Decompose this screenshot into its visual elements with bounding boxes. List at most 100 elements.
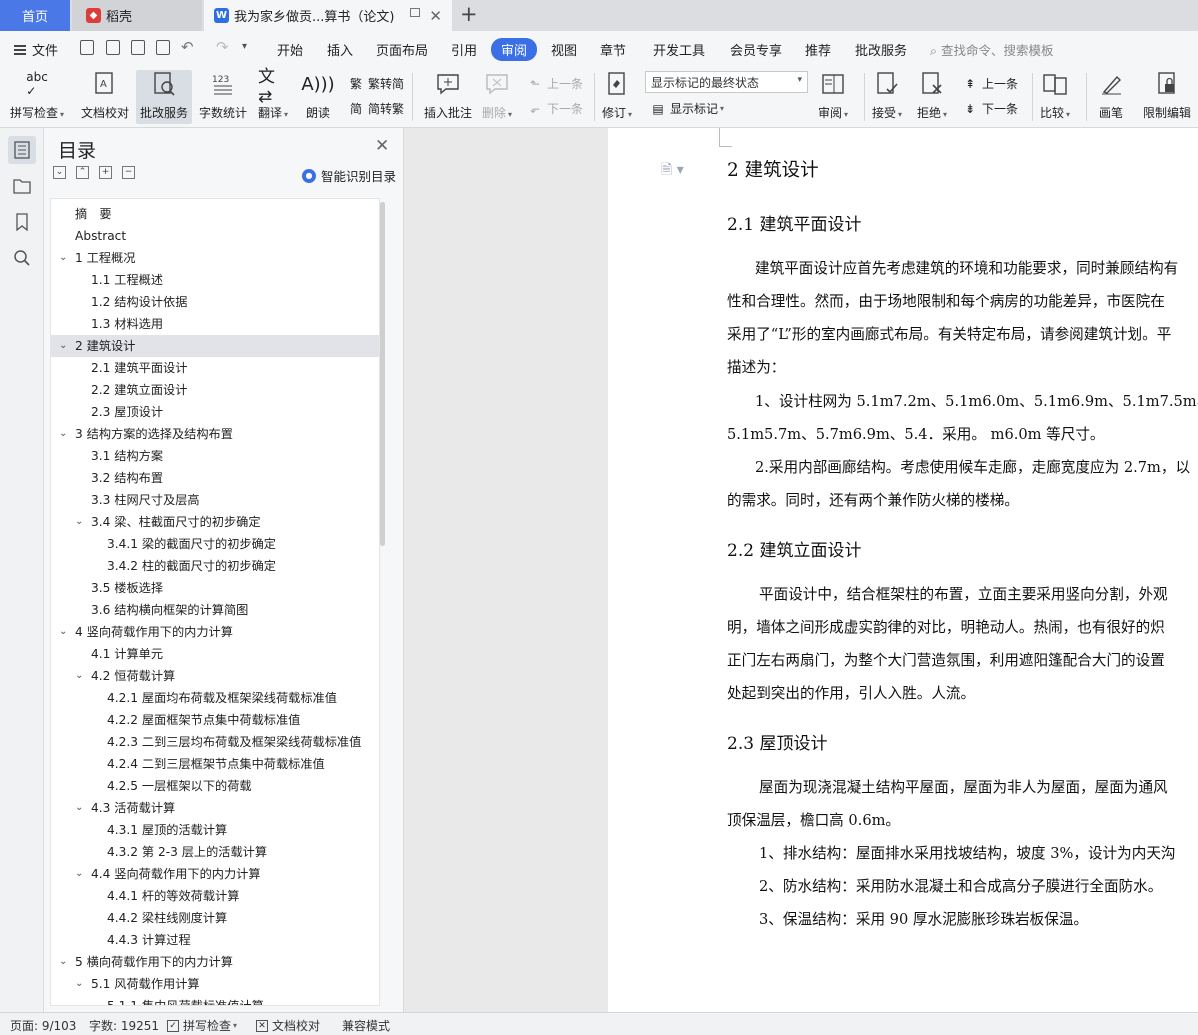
- chevron-down-icon[interactable]: ⌄: [59, 621, 67, 643]
- menu-page-layout[interactable]: 页面布局: [376, 40, 428, 59]
- new-tab-icon[interactable]: +: [460, 2, 478, 26]
- toc-item[interactable]: 3.5 楼板选择: [51, 577, 379, 599]
- redo-icon[interactable]: ↷: [216, 38, 229, 56]
- toc-item[interactable]: 4.2.5 一层框架以下的荷载: [51, 775, 379, 797]
- menu-member[interactable]: 会员专享: [730, 40, 782, 59]
- spell-check-status[interactable]: ✓ 拼写检查 ▾: [167, 1017, 237, 1034]
- toc-item[interactable]: 2.1 建筑平面设计: [51, 357, 379, 379]
- toc-pane-button[interactable]: [8, 136, 36, 164]
- translate-button[interactable]: 文⇄ 翻译 ▾: [258, 67, 288, 121]
- restrict-edit-button[interactable]: 限制编辑: [1143, 70, 1191, 121]
- track-changes-button[interactable]: 修订 ▾: [602, 70, 632, 121]
- tab-home[interactable]: 首页: [0, 0, 70, 31]
- toc-item[interactable]: 4.2.1 屋面均布荷载及框架梁线荷载标准值: [51, 687, 379, 709]
- toc-item[interactable]: Abstract: [51, 225, 379, 247]
- toc-item[interactable]: 1.3 材料选用: [51, 313, 379, 335]
- tab-document[interactable]: W 我为家乡做贡...算书（论文) ✕: [204, 0, 452, 31]
- chevron-down-icon[interactable]: ⌄: [75, 797, 83, 819]
- toc-item[interactable]: 4.2.2 屋面框架节点集中荷载标准值: [51, 709, 379, 731]
- menu-correction[interactable]: 批改服务: [855, 40, 907, 59]
- spell-check-button[interactable]: abc ✓ 拼写检查 ▾: [10, 70, 64, 121]
- menu-view[interactable]: 视图: [551, 40, 577, 59]
- add-heading-icon[interactable]: +: [99, 166, 112, 179]
- toc-item[interactable]: ⌄ 3 结构方案的选择及结构布置: [51, 423, 379, 445]
- toc-item[interactable]: 4.2.4 二到三层框架节点集中荷载标准值: [51, 753, 379, 775]
- chevron-down-icon[interactable]: ⌄: [75, 863, 83, 885]
- bookmark-button[interactable]: [8, 208, 36, 236]
- prev-comment-button[interactable]: ⬑ 上一条: [527, 75, 583, 92]
- quick-access-more-icon[interactable]: ▾: [242, 41, 247, 52]
- pen-button[interactable]: 画笔: [1096, 70, 1126, 121]
- chevron-down-icon[interactable]: ⌄: [59, 423, 67, 445]
- remove-heading-icon[interactable]: −: [122, 166, 135, 179]
- chevron-down-icon[interactable]: ⌄: [59, 335, 67, 357]
- doc-proof-status[interactable]: ✕ 文档校对: [256, 1017, 320, 1034]
- toc-item[interactable]: 3.4.2 柱的截面尺寸的初步确定: [51, 555, 379, 577]
- toc-item[interactable]: 4.3.2 第 2-3 层上的活载计算: [51, 841, 379, 863]
- toc-item[interactable]: 4.4.2 梁柱线刚度计算: [51, 907, 379, 929]
- delete-comment-button[interactable]: 删除 ▾: [482, 70, 512, 121]
- chevron-down-icon[interactable]: ⌄: [75, 665, 83, 687]
- smart-toc-button[interactable]: ● 智能识别目录: [302, 166, 396, 185]
- save-icon[interactable]: [80, 40, 94, 55]
- toc-item[interactable]: ⌄ 4.2 恒荷载计算: [51, 665, 379, 687]
- toc-item[interactable]: ⌄ 4 竖向荷载作用下的内力计算: [51, 621, 379, 643]
- show-markup-button[interactable]: ▤ 显示标记 ▾: [650, 100, 724, 117]
- command-search[interactable]: ⌕ 查找命令、搜索模板: [930, 40, 1054, 59]
- prev-change-button[interactable]: ⇞ 上一条: [962, 75, 1018, 92]
- toc-item[interactable]: 4.2.3 二到三层均布荷载及框架梁线荷载标准值: [51, 731, 379, 753]
- toc-item[interactable]: ⌄ 5 横向荷载作用下的内力计算: [51, 951, 379, 973]
- insert-comment-button[interactable]: 插入批注: [424, 70, 472, 121]
- menu-references[interactable]: 引用: [451, 40, 477, 59]
- trad-to-simp-button[interactable]: 繁 繁转简: [348, 75, 404, 92]
- read-aloud-button[interactable]: A))) 朗读: [301, 70, 334, 121]
- simp-to-trad-button[interactable]: 简 简转繁: [348, 100, 404, 117]
- file-menu[interactable]: 文件: [14, 40, 58, 59]
- print-icon[interactable]: [131, 40, 145, 55]
- float-window-icon[interactable]: [410, 8, 420, 17]
- document-page[interactable]: 🗎 ▾ 2 建筑设计 2.1 建筑平面设计 建筑平面设计应首先考虑建筑的环境和功…: [608, 128, 1198, 1012]
- menu-insert[interactable]: 插入: [327, 40, 353, 59]
- toc-item[interactable]: ⌄ 5.1 风荷载作用计算: [51, 973, 379, 995]
- tab-docer[interactable]: ◆ 稻壳: [72, 0, 202, 31]
- chapter-nav-button[interactable]: [8, 172, 36, 200]
- toc-item[interactable]: ⌄ 4.3 活荷载计算: [51, 797, 379, 819]
- menu-chapter[interactable]: 章节: [600, 40, 626, 59]
- menu-start[interactable]: 开始: [277, 40, 303, 59]
- close-icon[interactable]: ✕: [375, 136, 389, 156]
- toc-scrollbar[interactable]: [380, 202, 385, 546]
- toc-item[interactable]: 1.1 工程概述: [51, 269, 379, 291]
- toc-item[interactable]: 4.1 计算单元: [51, 643, 379, 665]
- chevron-down-icon[interactable]: ⌄: [59, 951, 67, 973]
- chevron-down-icon[interactable]: ⌄: [75, 511, 83, 533]
- toc-item[interactable]: 4.4.1 杆的等效荷载计算: [51, 885, 379, 907]
- toc-item[interactable]: 4.3.1 屋顶的活载计算: [51, 819, 379, 841]
- find-button[interactable]: [8, 244, 36, 272]
- close-tab-icon[interactable]: ✕: [429, 7, 442, 25]
- toc-item[interactable]: 2.3 屋顶设计: [51, 401, 379, 423]
- toc-item[interactable]: 3.4.1 梁的截面尺寸的初步确定: [51, 533, 379, 555]
- next-comment-button[interactable]: ⬐ 下一条: [527, 100, 583, 117]
- chevron-down-icon[interactable]: ⌄: [59, 247, 67, 269]
- toc-item[interactable]: ⌄ 2 建筑设计: [51, 335, 379, 357]
- chevron-down-icon[interactable]: ⌄: [75, 973, 83, 995]
- review-button[interactable]: 审阅 ▾: [818, 70, 848, 121]
- toc-item[interactable]: 5.1.1 集中风荷载标准值计算: [51, 995, 379, 1005]
- toc-item[interactable]: 3.3 柱网尺寸及层高: [51, 489, 379, 511]
- toc-item[interactable]: ⌄ 4.4 竖向荷载作用下的内力计算: [51, 863, 379, 885]
- reject-button[interactable]: 拒绝 ▾: [917, 70, 947, 121]
- doc-proof-button[interactable]: A 文档校对: [81, 70, 129, 121]
- menu-developer[interactable]: 开发工具: [653, 40, 705, 59]
- accept-button[interactable]: 接受 ▾: [872, 70, 902, 121]
- toc-item[interactable]: ⌄ 1 工程概况: [51, 247, 379, 269]
- menu-review[interactable]: 审阅: [491, 38, 538, 61]
- toc-item[interactable]: 3.6 结构横向框架的计算简图: [51, 599, 379, 621]
- word-count-indicator[interactable]: 字数: 19251: [89, 1017, 159, 1034]
- next-change-button[interactable]: ⇟ 下一条: [962, 100, 1018, 117]
- expand-all-icon[interactable]: ⌄: [53, 166, 66, 179]
- markup-mode-select[interactable]: 显示标记的最终状态 ▾: [645, 71, 808, 93]
- toc-item[interactable]: 3.1 结构方案: [51, 445, 379, 467]
- print-preview-icon[interactable]: [156, 40, 170, 55]
- menu-recommend[interactable]: 推荐: [805, 40, 831, 59]
- export-pdf-icon[interactable]: [106, 40, 120, 55]
